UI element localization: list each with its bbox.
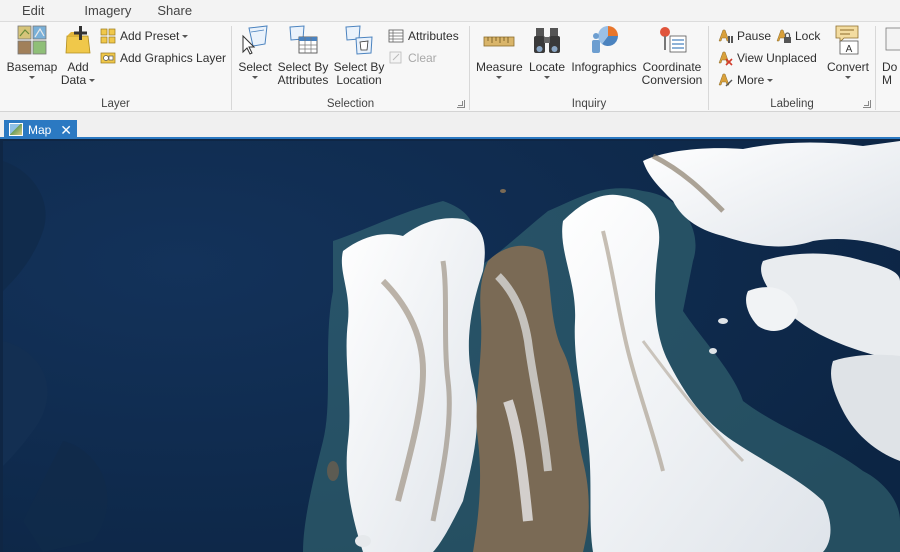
layer-group: Basemap Add Data Add Preset Add Graphics…	[0, 22, 231, 112]
chevron-down-icon[interactable]	[89, 79, 96, 83]
tab-edit[interactable]: Edit	[0, 3, 58, 18]
convert-icon: A	[832, 24, 864, 56]
tab-share[interactable]: Share	[157, 3, 206, 18]
select-by-location-label: Select By Location	[333, 60, 385, 87]
lock-label: Lock	[795, 29, 821, 43]
map-view[interactable]	[3, 141, 900, 552]
download-map-label: Do M	[882, 60, 898, 87]
add-graphics-layer-label: Add Graphics Layer	[120, 51, 227, 65]
select-by-location-icon	[343, 24, 375, 56]
clear-label: Clear	[408, 51, 437, 65]
ruler-icon	[483, 24, 515, 56]
close-icon[interactable]: ✕	[60, 123, 72, 137]
infographics-icon	[588, 24, 620, 56]
select-icon	[239, 24, 271, 56]
download-map-icon	[882, 24, 900, 56]
map-view-icon	[9, 123, 23, 136]
labeling-group-label: Labeling	[770, 98, 814, 110]
tab-map-label: Map	[28, 122, 52, 137]
add-graphics-layer-button[interactable]: Add Graphics Layer	[100, 49, 226, 67]
select-by-location-button[interactable]: Select By Location	[332, 24, 386, 87]
selection-group-label: Selection	[326, 98, 375, 110]
dialog-launcher-icon[interactable]	[457, 100, 465, 108]
tab-map[interactable]: Map ✕	[4, 120, 77, 139]
select-by-attributes-icon	[287, 24, 319, 56]
more-label: More	[737, 73, 765, 87]
add-data-icon	[62, 24, 94, 56]
selection-group: Select Select By Attributes Select By Lo…	[232, 22, 469, 112]
chevron-down-icon[interactable]	[182, 34, 189, 38]
basemap-button[interactable]: Basemap	[5, 24, 59, 79]
clear-selection-button[interactable]: Clear	[388, 49, 437, 67]
infographics-button[interactable]: Infographics	[569, 24, 639, 74]
tab-imagery[interactable]: Imagery	[84, 3, 145, 18]
add-preset-button[interactable]: Add Preset	[100, 27, 189, 45]
view-unplaced-button[interactable]: View Unplaced	[717, 49, 817, 67]
dialog-launcher-icon[interactable]	[863, 100, 871, 108]
download-map-button[interactable]: Do M	[882, 24, 900, 87]
locate-button[interactable]: Locate	[526, 24, 568, 79]
more-label-icon	[717, 72, 733, 88]
add-data-button[interactable]: Add Data	[58, 24, 98, 87]
coordinate-conversion-button[interactable]: Coordinate Conversion	[640, 24, 704, 87]
chevron-down-icon[interactable]	[544, 76, 550, 79]
add-preset-icon	[100, 28, 116, 44]
basemap-label: Basemap	[6, 60, 58, 74]
layer-group-label: Layer	[101, 98, 130, 110]
chevron-down-icon[interactable]	[252, 76, 258, 79]
ribbon: Basemap Add Data Add Preset Add Graphics…	[0, 21, 900, 112]
satellite-imagery	[3, 141, 900, 552]
chevron-down-icon[interactable]	[29, 76, 35, 79]
graphics-layer-icon	[100, 50, 116, 66]
inquiry-group-label: Inquiry	[571, 98, 607, 110]
lock-labels-button[interactable]: Lock	[775, 27, 820, 45]
pause-label: Pause	[737, 29, 772, 43]
clear-icon	[388, 50, 404, 66]
add-data-label: Add Data	[58, 61, 98, 87]
labeling-group: Pause Lock View Unplaced More A Convert …	[709, 22, 875, 112]
inquiry-group: Measure Locate Infographics Coordinate C…	[470, 22, 708, 112]
view-unplaced-label: View Unplaced	[737, 51, 817, 65]
binoculars-icon	[531, 24, 563, 56]
coordinate-conversion-label: Coordinate Conversion	[641, 60, 703, 87]
coordinate-conversion-icon	[656, 24, 688, 56]
select-by-attributes-label: Select By Attributes	[277, 60, 329, 87]
pause-label-icon	[717, 28, 733, 44]
attributes-button[interactable]: Attributes	[388, 27, 459, 45]
pause-labeling-button[interactable]: Pause	[717, 27, 771, 45]
convert-label: Convert	[826, 60, 870, 74]
chevron-down-icon[interactable]	[496, 76, 502, 79]
more-labeling-button[interactable]: More	[717, 71, 774, 89]
svg-text:A: A	[846, 44, 853, 55]
select-label: Select	[238, 60, 272, 74]
view-tab-strip: Map ✕	[0, 112, 900, 139]
ribbon-tab-bar: Edit Imagery Share	[0, 0, 900, 21]
chevron-down-icon[interactable]	[845, 76, 851, 79]
locate-label: Locate	[528, 60, 566, 74]
basemap-icon	[16, 24, 48, 56]
infographics-label: Infographics	[571, 60, 637, 74]
convert-button[interactable]: A Convert	[825, 24, 871, 79]
measure-label: Measure	[476, 60, 523, 74]
view-unplaced-icon	[717, 50, 733, 66]
add-preset-label: Add Preset	[120, 29, 180, 43]
measure-button[interactable]: Measure	[476, 24, 523, 79]
table-icon	[388, 28, 404, 44]
offline-group-partial: Do M	[876, 22, 900, 112]
chevron-down-icon[interactable]	[767, 78, 774, 82]
select-by-attributes-button[interactable]: Select By Attributes	[276, 24, 330, 87]
attributes-label: Attributes	[408, 29, 459, 43]
select-button[interactable]: Select	[237, 24, 273, 79]
lock-icon	[775, 28, 791, 44]
